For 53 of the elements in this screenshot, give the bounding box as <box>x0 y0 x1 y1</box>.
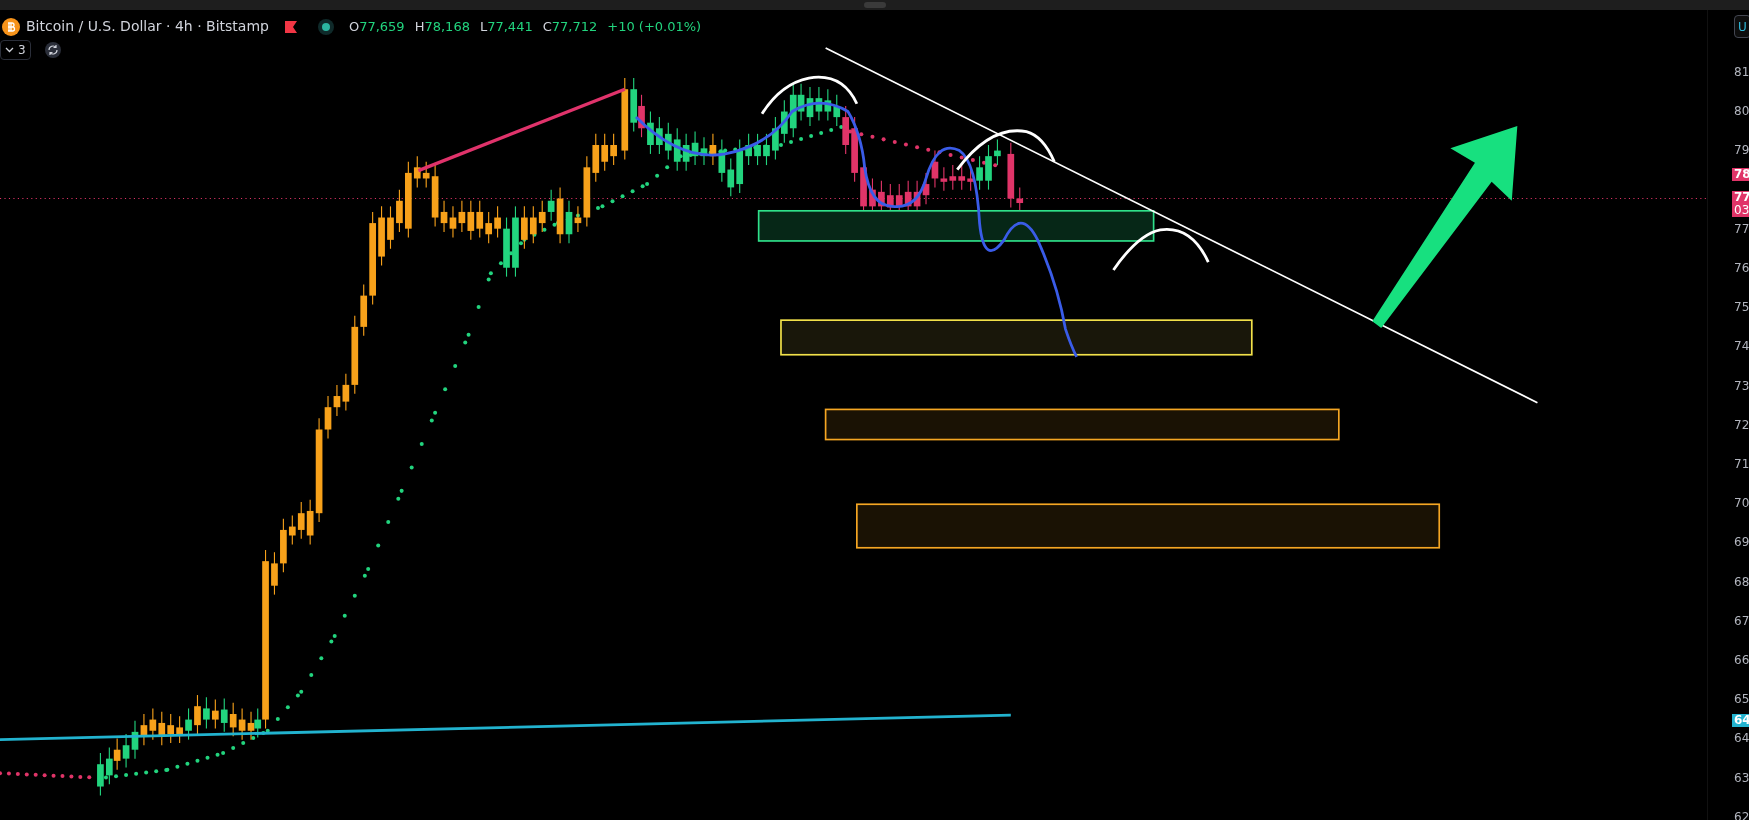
price-tick: 68 <box>1734 574 1749 589</box>
price-tick: 80 <box>1734 104 1749 119</box>
price-tick: 64 <box>1734 731 1749 746</box>
badge-text: 78 <box>1734 168 1747 181</box>
candlestick <box>772 116 779 161</box>
badge-text: 77 <box>1734 191 1747 204</box>
price-tick: 72 <box>1734 417 1749 432</box>
symbol-title[interactable]: Bitcoin / U.S. Dollar · 4h · Bitstamp <box>26 16 269 37</box>
candlestick <box>271 551 278 596</box>
ohlc-value: C77,712 <box>542 17 598 36</box>
price-tick: 75 <box>1734 300 1749 315</box>
price-tick: 63 <box>1734 770 1749 785</box>
chevron-icon <box>5 47 14 53</box>
candlestick <box>763 133 770 166</box>
price-tick: 66 <box>1734 653 1749 667</box>
price-tick: 73 <box>1734 378 1749 393</box>
candlestick <box>976 155 983 191</box>
ohlc-value: H78,168 <box>414 17 470 36</box>
price-tick: 81 <box>1734 65 1749 79</box>
refresh-icon[interactable] <box>44 42 61 58</box>
price-tick: 77 <box>1734 221 1749 236</box>
badge-text: 03 <box>1734 204 1747 217</box>
bitcoin-icon <box>2 17 20 36</box>
drag-handle[interactable] <box>863 2 886 8</box>
candlestick <box>378 205 385 267</box>
ohlc-value: O77,659 <box>348 17 405 36</box>
price-tick: 76 <box>1734 261 1749 275</box>
price-tick: 65 <box>1734 692 1749 707</box>
indicators-toggle[interactable]: 3 <box>0 40 31 60</box>
candlestick <box>185 707 192 741</box>
candlestick <box>754 133 761 166</box>
candlestick <box>203 696 210 730</box>
change-value: +10 (+0.01%) <box>607 17 702 36</box>
status-dot-icon <box>316 17 335 36</box>
candlestick <box>97 752 104 796</box>
price-tick: 71 <box>1734 457 1749 471</box>
candlestick <box>994 138 1001 166</box>
candlestick <box>194 694 201 735</box>
ohlc-value: L77,441 <box>479 17 533 36</box>
price-tick: 79 <box>1734 143 1749 158</box>
flag-icon[interactable] <box>284 20 297 33</box>
candlestick <box>387 205 394 250</box>
candlestick <box>985 144 992 191</box>
price-tick: 70 <box>1734 496 1749 511</box>
price-tick: 62 <box>1734 809 1749 820</box>
price-tick: 74 <box>1734 339 1749 354</box>
price-tick: 69 <box>1734 535 1749 550</box>
currency-button[interactable]: U <box>1734 15 1749 38</box>
price-tick: 67 <box>1734 613 1749 628</box>
candlestick <box>494 205 501 239</box>
candlestick <box>503 216 510 278</box>
candlestick <box>396 189 403 233</box>
arrow-icon <box>1372 126 1518 328</box>
